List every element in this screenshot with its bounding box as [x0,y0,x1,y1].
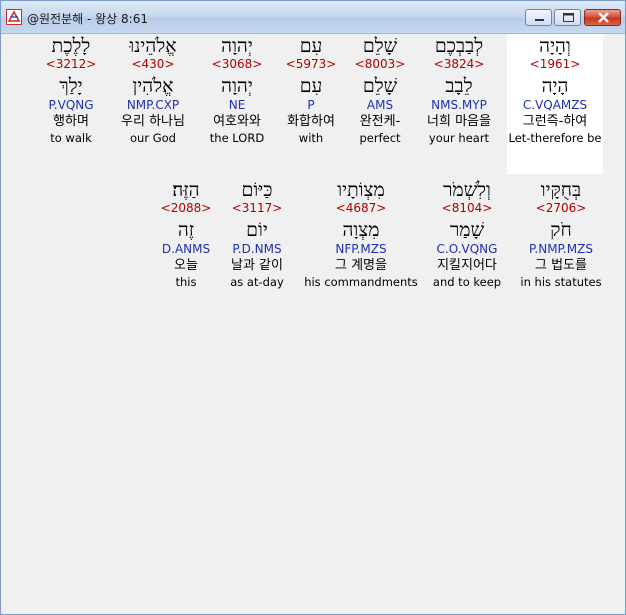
maximize-button[interactable] [554,9,581,26]
hebrew-word: מִצְוֹתָיו [337,179,385,201]
hebrew-word: הַזֶּה׃ [172,179,200,201]
lemma-word: חֹק [550,219,572,241]
window-title: @원전분해 - 왕상 8:61 [27,12,148,26]
hebrew-word: לָלֶכֶת [51,35,91,57]
lemma-word: מִצְוָה [342,219,380,241]
korean-gloss: 우리 하나님 [121,114,185,129]
lemma-word: יָלַךְ [59,75,83,97]
english-gloss: the LORD [209,131,265,145]
korean-gloss: 행하며 [53,114,89,129]
interlinear-view[interactable]: וְהָיָה <1961> הָיָה C.VQAMZS 그런즉-하여 Let… [3,34,623,612]
english-gloss: our God [130,131,176,145]
english-gloss: and to keep [432,275,502,289]
hebrew-word: יְהוָה [221,35,253,57]
maximize-icon [563,13,574,22]
korean-gloss: 그 법도를 [535,258,587,273]
korean-gloss: 그런즉-하여 [522,114,588,129]
parsing-code: NFP.MZS [335,242,387,256]
hebrew-word: וְלִשְׁמֹר [443,179,491,201]
english-gloss: his commandments [304,275,418,289]
lemma-word: יְהוָה [221,75,253,97]
parsing-code: C.VQAMZS [522,98,588,112]
word-card[interactable]: וְהָיָה <1961> הָיָה C.VQAMZS 그런즉-하여 Let… [507,34,603,174]
parsing-code: D.ANMS [161,242,211,256]
app-window: @원전분해 - 왕상 8:61 וְהָיָה <1961> הָיָה C.V… [0,0,626,615]
lemma-word: זֶה [177,219,195,241]
parsing-code: P.VQNG [48,98,94,112]
minimize-icon [535,19,544,21]
strong-number[interactable]: <2088> [139,202,233,218]
word-card[interactable]: וְלִשְׁמֹר <8104> שָׁמַר C.O.VQNG 지킬지어다 … [419,178,515,289]
korean-gloss: 여호와와 [213,114,261,129]
lemma-word: הָיָה [541,75,569,97]
close-icon [598,12,609,23]
app-logo-icon[interactable] [6,9,22,25]
title-bar[interactable]: @원전분해 - 왕상 8:61 [1,1,625,34]
strong-number[interactable]: <4687> [299,202,423,218]
english-gloss: in his statutes [520,275,602,289]
english-gloss: Let-therefore be [508,131,602,145]
parsing-code: NE [228,98,246,112]
word-card[interactable]: מִצְוֹתָיו <4687> מִצְוָה NFP.MZS 그 계명을 … [299,178,423,289]
lemma-word: שָׁמַר [449,219,485,241]
strong-number[interactable]: <8104> [419,202,515,218]
strong-number[interactable]: <1961> [507,58,603,74]
minimize-button[interactable] [525,9,552,26]
english-gloss: to walk [50,131,92,145]
parsing-code: C.O.VQNG [436,242,498,256]
word-card[interactable]: הַזֶּה׃ <2088> זֶה D.ANMS 오늘 this [139,178,233,289]
hebrew-word: בְּחֻקָּיו [540,179,582,201]
strong-number[interactable]: <3212> [23,58,119,74]
strong-number[interactable]: <3068> [189,58,285,74]
parsing-code: NMP.CXP [126,98,180,112]
word-card[interactable]: אֱלֹהֵינוּ <430> אֱלֹהִין NMP.CXP 우리 하나님… [105,34,201,145]
strong-number[interactable]: <430> [105,58,201,74]
strong-number[interactable]: <2706> [513,202,609,218]
korean-gloss: 지킬지어다 [437,258,497,273]
word-card[interactable]: בְּחֻקָּיו <2706> חֹק P.NMP.MZS 그 법도를 in… [513,178,609,289]
close-button[interactable] [584,9,621,26]
word-card[interactable]: יְהוָה <3068> יְהוָה NE 여호와와 the LORD [189,34,285,145]
lemma-word: אֱלֹהִין [132,75,174,97]
korean-gloss: 오늘 [174,258,198,273]
hebrew-word: וְהָיָה [539,35,571,57]
hebrew-word: אֱלֹהֵינוּ [129,35,177,57]
english-gloss: this [175,275,197,289]
word-card[interactable]: לָלֶכֶת <3212> יָלַךְ P.VQNG 행하며 to walk [23,34,119,145]
parsing-code: P.NMP.MZS [529,242,593,256]
korean-gloss: 그 계명을 [335,258,387,273]
